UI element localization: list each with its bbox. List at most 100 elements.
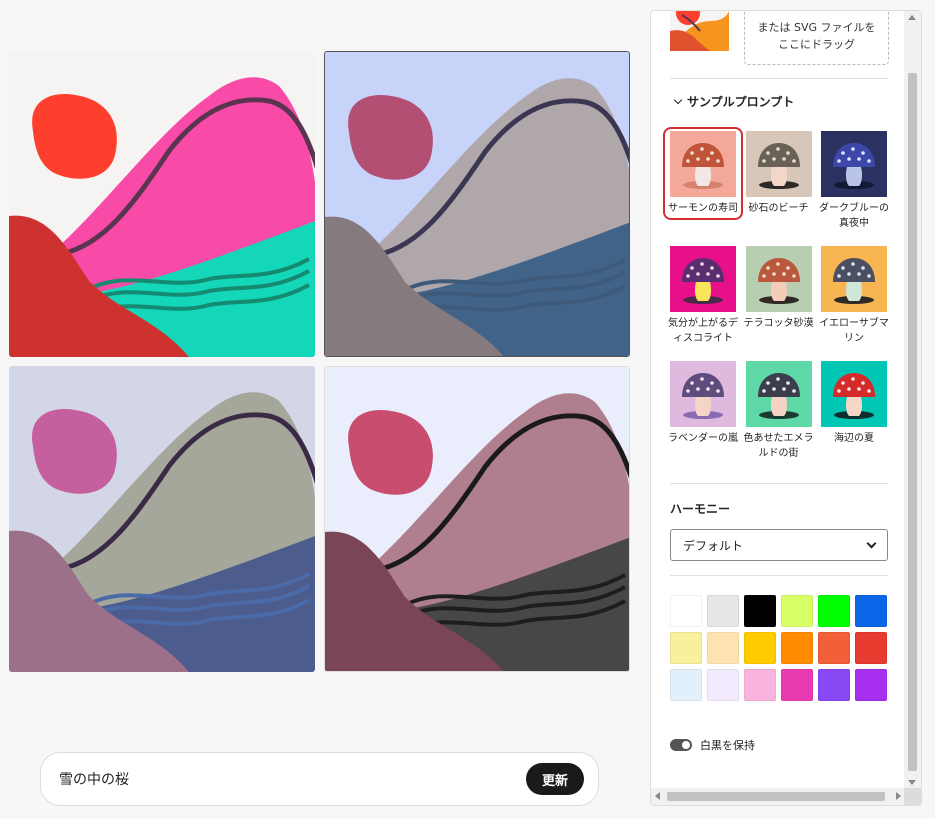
mushroom-spot: [851, 377, 855, 381]
color-swatch[interactable]: [670, 669, 702, 701]
mushroom-icon: [670, 131, 736, 197]
scrollbar-thumb[interactable]: [908, 73, 917, 771]
sample-prompt-card[interactable]: 色あせたエメラルドの街: [743, 361, 815, 461]
scroll-up-icon[interactable]: [908, 15, 916, 20]
mushroom-spot: [761, 389, 766, 393]
color-swatch[interactable]: [670, 595, 702, 627]
svg-drop-zone[interactable]: または SVG ファイルを ここにドラッグ: [744, 11, 889, 65]
sample-prompt-card[interactable]: ダークブルーの真夜中: [818, 131, 890, 231]
mushroom-spot: [847, 387, 851, 391]
color-swatch[interactable]: [818, 632, 850, 664]
mushroom-spot: [837, 274, 841, 278]
mushroom-spot: [841, 266, 845, 270]
prompt-input[interactable]: [59, 771, 526, 787]
color-swatch[interactable]: [855, 595, 887, 627]
color-swatch[interactable]: [818, 595, 850, 627]
update-button[interactable]: 更新: [525, 763, 584, 795]
mushroom-spot: [861, 266, 865, 270]
preview-tile-1[interactable]: [9, 51, 315, 357]
color-palette: [670, 595, 892, 701]
color-swatch[interactable]: [818, 669, 850, 701]
mushroom-icon: [745, 246, 812, 312]
color-swatch[interactable]: [744, 632, 776, 664]
sample-prompt-card[interactable]: テラコッタ砂漠: [743, 246, 815, 331]
sample-prompt-card[interactable]: 気分が上がるディスコライト: [667, 246, 739, 346]
sample-prompt-label: 色あせたエメラルドの街: [743, 433, 814, 459]
mushroom-icon: [745, 131, 812, 197]
color-swatch[interactable]: [707, 632, 739, 664]
mushroom-spot: [847, 157, 851, 161]
mushroom-spot: [785, 266, 790, 270]
mushroom-spot: [775, 147, 780, 151]
horizontal-scrollbar[interactable]: [651, 788, 905, 805]
landscape-illustration: [325, 52, 629, 356]
mushroom-stem: [845, 397, 863, 416]
sample-prompts-heading: サンプルプロンプト: [687, 95, 795, 109]
color-swatch[interactable]: [707, 595, 739, 627]
color-swatch[interactable]: [855, 632, 887, 664]
preview-area: 更新: [0, 0, 640, 819]
preview-tile-4[interactable]: [324, 366, 630, 672]
landscape-illustration: [325, 367, 629, 671]
landscape-illustration: [9, 366, 315, 672]
mushroom-spot: [710, 151, 714, 155]
keep-bw-toggle[interactable]: [670, 739, 692, 751]
mushroom-spot: [841, 381, 845, 385]
sample-prompt-label: 砂石のビーチ: [748, 203, 809, 214]
sample-prompt-card[interactable]: サーモンの寿司: [663, 127, 743, 220]
mushroom-spot: [696, 157, 700, 161]
mushroom-spot: [841, 151, 845, 155]
sample-prompt-card[interactable]: 海辺の夏: [818, 361, 890, 446]
color-swatch[interactable]: [707, 669, 739, 701]
color-swatch[interactable]: [781, 595, 813, 627]
mushroom-icon: [821, 246, 887, 312]
sample-prompt-label: ダークブルーの真夜中: [819, 203, 889, 229]
scroll-right-icon[interactable]: [896, 792, 901, 800]
mushroom-stem: [845, 167, 863, 186]
color-swatch[interactable]: [781, 632, 813, 664]
mushroom-stem: [770, 397, 787, 416]
mushroom-spot: [791, 274, 796, 278]
sample-prompt-label: 気分が上がるディスコライト: [668, 318, 738, 344]
mushroom-spot: [686, 274, 690, 278]
mushroom-spot: [785, 151, 790, 155]
uploaded-image-thumbnail[interactable]: [670, 11, 729, 51]
mushroom-stem: [694, 167, 712, 186]
harmony-select[interactable]: デフォルト: [670, 529, 888, 561]
sample-prompt-label: イエローサブマリン: [819, 318, 889, 344]
scroll-down-icon[interactable]: [908, 780, 916, 785]
mushroom-spot: [851, 147, 855, 151]
mushroom-spot: [771, 157, 776, 161]
preview-tile-2[interactable]: [324, 51, 630, 357]
color-swatch[interactable]: [781, 669, 813, 701]
color-swatch[interactable]: [670, 632, 702, 664]
preview-tile-3[interactable]: [9, 366, 315, 672]
mushroom-spot: [771, 387, 776, 391]
color-swatch[interactable]: [855, 669, 887, 701]
chevron-down-icon: [866, 538, 877, 548]
panel-content: または SVG ファイルを ここにドラッグ サンプルプロンプト サーモンの寿司砂…: [651, 11, 905, 787]
sample-prompt-card[interactable]: ラベンダーの嵐: [667, 361, 739, 446]
sample-prompts-toggle[interactable]: サンプルプロンプト: [673, 93, 795, 110]
mushroom-spot: [690, 266, 694, 270]
mushroom-stem: [694, 397, 712, 416]
scroll-left-icon[interactable]: [655, 792, 660, 800]
mushroom-spot: [857, 272, 861, 276]
sample-prompt-image: [821, 361, 887, 427]
divider: [670, 575, 888, 576]
vertical-scrollbar[interactable]: [904, 11, 921, 789]
color-swatch[interactable]: [744, 669, 776, 701]
mushroom-spot: [775, 262, 780, 266]
sample-prompt-card[interactable]: 砂石のビーチ: [743, 131, 815, 216]
mushroom-spot: [686, 159, 690, 163]
mushroom-spot: [710, 381, 714, 385]
mushroom-spot: [867, 389, 871, 393]
scrollbar-thumb[interactable]: [667, 792, 885, 801]
landscape-illustration: [9, 51, 315, 357]
mushroom-spot: [696, 272, 700, 276]
mushroom-spot: [716, 389, 720, 393]
color-swatch[interactable]: [744, 595, 776, 627]
sample-prompt-card[interactable]: イエローサブマリン: [818, 246, 890, 346]
mushroom-icon: [745, 361, 812, 427]
mushroom-spot: [785, 381, 790, 385]
